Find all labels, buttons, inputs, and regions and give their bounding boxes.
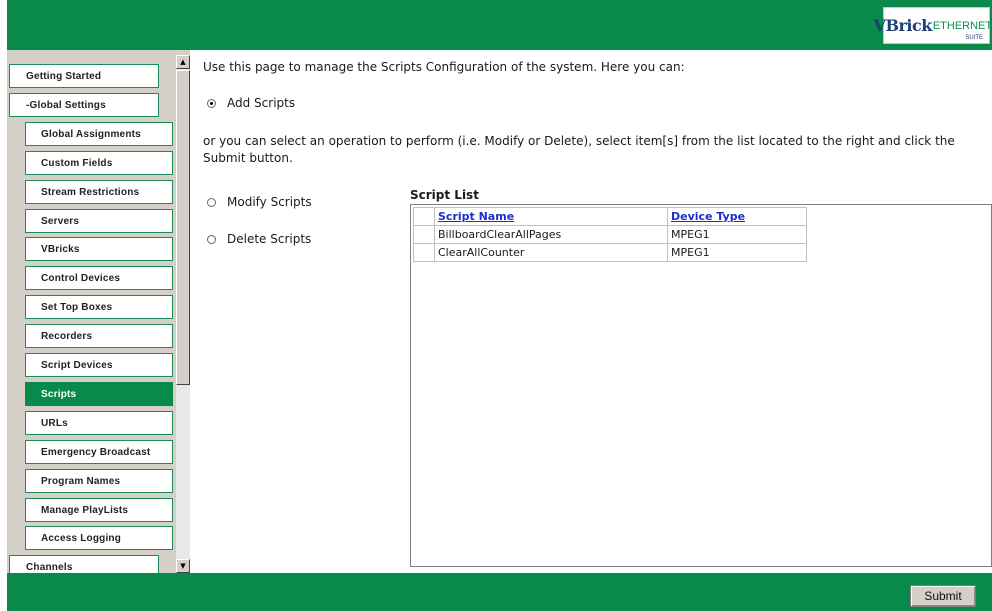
vbrick-logo: VBrick ETHERNETV SUITE <box>874 7 992 44</box>
script-list-box: Script Name Device Type BillboardClearAl… <box>410 204 992 567</box>
logo-brand: VBrick <box>873 16 933 35</box>
sidebar-item-manage-playlists[interactable]: Manage PlayLists <box>25 498 173 522</box>
script-name-cell: BillboardClearAllPages <box>434 225 668 244</box>
sidebar-item-label: VBricks <box>41 243 80 255</box>
script-table: Script Name Device Type BillboardClearAl… <box>413 207 807 262</box>
footer-bar <box>7 573 992 611</box>
delete-scripts-label: Delete Scripts <box>227 232 312 246</box>
sidebar-item-label: Manage PlayLists <box>41 504 129 516</box>
submit-button[interactable]: Submit <box>910 585 976 607</box>
column-header-device-type[interactable]: Device Type <box>667 207 807 226</box>
sidebar-nav: Getting Started -Global Settings Global As… <box>7 50 190 573</box>
row-select-cell[interactable] <box>413 243 435 262</box>
sidebar-item-script-devices[interactable]: Script Devices <box>25 353 173 377</box>
sidebar-item-label: -Global Settings <box>26 99 106 111</box>
delete-scripts-radio[interactable] <box>207 234 216 244</box>
table-row[interactable]: ClearAllCounter MPEG1 <box>413 243 807 262</box>
logo-product: ETHERNETV <box>932 19 992 32</box>
table-row[interactable]: BillboardClearAllPages MPEG1 <box>413 225 807 244</box>
sidebar-item-label: URLs <box>41 417 68 429</box>
sidebar-scrollbar[interactable]: ▲ ▼ <box>176 55 190 573</box>
sidebar-item-global-settings[interactable]: -Global Settings <box>9 93 159 117</box>
sidebar-item-label: Servers <box>41 215 80 227</box>
sidebar-item-recorders[interactable]: Recorders <box>25 324 173 348</box>
intro-text: Use this page to manage the Scripts Conf… <box>203 60 685 74</box>
device-type-cell: MPEG1 <box>667 243 807 262</box>
sidebar-item-label: Control Devices <box>41 272 121 284</box>
column-header-script-name[interactable]: Script Name <box>434 207 668 226</box>
add-scripts-label: Add Scripts <box>227 96 296 110</box>
scrollbar-thumb[interactable] <box>176 70 190 385</box>
sidebar-item-label: Custom Fields <box>41 157 113 169</box>
sidebar-item-set-top-boxes[interactable]: Set Top Boxes <box>25 295 173 319</box>
sidebar-item-channels[interactable]: Channels <box>9 555 159 573</box>
sidebar-item-label: Emergency Broadcast <box>41 446 151 458</box>
sidebar-item-getting-started[interactable]: Getting Started <box>9 64 159 88</box>
sidebar-item-label: Access Logging <box>41 532 122 544</box>
modify-scripts-option[interactable]: Modify Scripts <box>207 195 312 209</box>
sidebar-item-label: Getting Started <box>26 70 102 82</box>
sidebar-item-label: Scripts <box>41 388 77 400</box>
add-scripts-option[interactable]: Add Scripts <box>207 96 295 110</box>
sidebar-item-stream-restrictions[interactable]: Stream Restrictions <box>25 180 173 204</box>
sidebar-item-label: Stream Restrictions <box>41 186 140 198</box>
logo-suite: SUITE <box>965 35 983 41</box>
sidebar-item-control-devices[interactable]: Control Devices <box>25 266 173 290</box>
row-select-cell[interactable] <box>413 225 435 244</box>
instructions-text: or you can select an operation to perfor… <box>203 134 955 165</box>
scroll-down-arrow-icon[interactable]: ▼ <box>176 559 190 573</box>
device-type-cell: MPEG1 <box>667 225 807 244</box>
sidebar-item-label: Program Names <box>41 475 121 487</box>
sidebar-item-label: Recorders <box>41 330 93 342</box>
sidebar-item-program-names[interactable]: Program Names <box>25 469 173 493</box>
sidebar-item-scripts[interactable]: Scripts <box>25 382 173 406</box>
modify-scripts-label: Modify Scripts <box>227 195 312 209</box>
sidebar-item-global-assignments[interactable]: Global Assignments <box>25 122 173 146</box>
modify-scripts-radio[interactable] <box>207 197 216 207</box>
add-scripts-radio[interactable] <box>207 98 216 108</box>
sidebar-item-urls[interactable]: URLs <box>25 411 173 435</box>
sidebar-item-access-logging[interactable]: Access Logging <box>25 526 173 550</box>
sidebar-item-servers[interactable]: Servers <box>25 209 173 233</box>
header-bar: VBrick ETHERNETV SUITE <box>7 0 992 50</box>
sidebar-item-vbricks[interactable]: VBricks <box>25 237 173 261</box>
delete-scripts-option[interactable]: Delete Scripts <box>207 232 311 246</box>
sidebar-item-label: Channels <box>26 561 73 573</box>
scroll-up-arrow-icon[interactable]: ▲ <box>176 55 190 69</box>
sidebar-item-label: Script Devices <box>41 359 113 371</box>
script-list-title: Script List <box>410 188 479 202</box>
sidebar-item-label: Global Assignments <box>41 128 141 140</box>
sidebar-item-custom-fields[interactable]: Custom Fields <box>25 151 173 175</box>
sidebar-item-label: Set Top Boxes <box>41 301 113 313</box>
select-column-header <box>413 207 435 226</box>
script-name-cell: ClearAllCounter <box>434 243 668 262</box>
sidebar-item-emergency-broadcast[interactable]: Emergency Broadcast <box>25 440 173 464</box>
